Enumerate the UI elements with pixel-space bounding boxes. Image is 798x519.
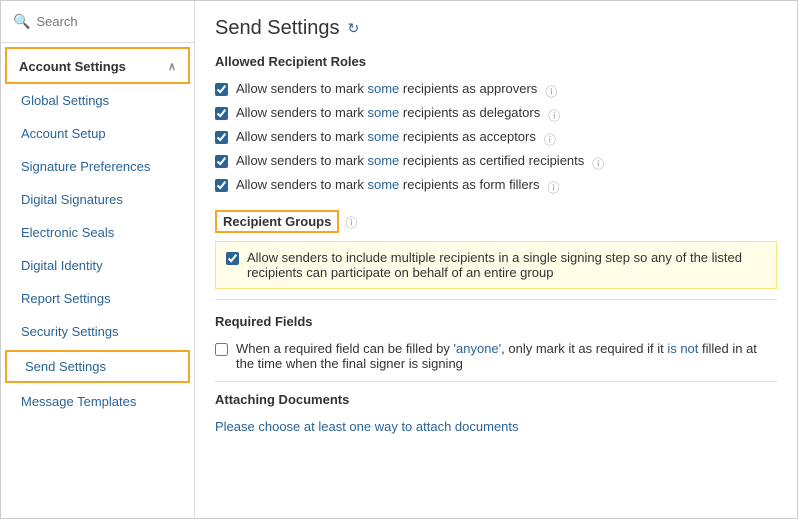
required-fields-section: Required Fields When a required field ca… bbox=[215, 314, 777, 371]
checkbox-acceptors-input[interactable] bbox=[215, 131, 228, 144]
checkbox-delegators-input[interactable] bbox=[215, 107, 228, 120]
sidebar-item-signature-preferences[interactable]: Signature Preferences bbox=[1, 150, 194, 183]
divider-1 bbox=[215, 299, 777, 300]
required-fields-title: Required Fields bbox=[215, 314, 777, 333]
sidebar-item-electronic-seals[interactable]: Electronic Seals bbox=[1, 216, 194, 249]
checkbox-certified-input[interactable] bbox=[215, 155, 228, 168]
allowed-recipient-roles-title: Allowed Recipient Roles bbox=[215, 54, 777, 73]
chevron-up-icon: ∧ bbox=[168, 60, 176, 73]
help-acceptors-icon[interactable]: ⓘ bbox=[544, 131, 556, 148]
sidebar-item-digital-identity[interactable]: Digital Identity bbox=[1, 249, 194, 282]
main-content: Send Settings ↻ Allowed Recipient Roles … bbox=[195, 1, 797, 518]
checkbox-acceptors: Allow senders to mark some recipients as… bbox=[215, 129, 777, 148]
search-bar[interactable]: 🔍 bbox=[1, 1, 194, 43]
sidebar-item-digital-signatures[interactable]: Digital Signatures bbox=[1, 183, 194, 216]
checkbox-delegators: Allow senders to mark some recipients as… bbox=[215, 105, 777, 124]
checkbox-form-fillers: Allow senders to mark some recipients as… bbox=[215, 177, 777, 196]
refresh-icon[interactable]: ↻ bbox=[348, 20, 360, 37]
search-input[interactable] bbox=[36, 14, 182, 29]
checkbox-form-fillers-input[interactable] bbox=[215, 179, 228, 192]
recipient-groups-section: Recipient Groups ⓘ Allow senders to incl… bbox=[215, 210, 777, 289]
recipient-groups-checkbox-row: Allow senders to include multiple recipi… bbox=[215, 241, 777, 289]
sidebar: 🔍 Account Settings ∧ Global Settings Acc… bbox=[1, 1, 195, 518]
attaching-documents-title: Attaching Documents bbox=[215, 392, 777, 411]
search-icon: 🔍 bbox=[13, 13, 30, 30]
sidebar-item-message-templates[interactable]: Message Templates bbox=[1, 385, 194, 418]
required-fields-checkbox-item: When a required field can be filled by '… bbox=[215, 341, 777, 371]
checkbox-certified: Allow senders to mark some recipients as… bbox=[215, 153, 777, 172]
checkbox-approvers: Allow senders to mark some recipients as… bbox=[215, 81, 777, 100]
recipient-groups-text: Allow senders to include multiple recipi… bbox=[247, 250, 766, 280]
account-settings-label: Account Settings bbox=[19, 59, 126, 74]
recipient-groups-title: Recipient Groups bbox=[215, 210, 339, 233]
page-title: Send Settings ↻ bbox=[215, 17, 777, 40]
allowed-recipient-roles-section: Allowed Recipient Roles Allow senders to… bbox=[215, 54, 777, 196]
checkbox-approvers-input[interactable] bbox=[215, 83, 228, 96]
sidebar-item-global-settings[interactable]: Global Settings bbox=[1, 84, 194, 117]
help-certified-icon[interactable]: ⓘ bbox=[592, 155, 604, 172]
sidebar-item-security-settings[interactable]: Security Settings bbox=[1, 315, 194, 348]
sidebar-item-send-settings[interactable]: Send Settings bbox=[5, 350, 190, 383]
sidebar-item-account-setup[interactable]: Account Setup bbox=[1, 117, 194, 150]
help-approvers-icon[interactable]: ⓘ bbox=[545, 83, 557, 100]
help-form-fillers-icon[interactable]: ⓘ bbox=[547, 179, 559, 196]
app-window: 🔍 Account Settings ∧ Global Settings Acc… bbox=[0, 0, 798, 519]
account-settings-header[interactable]: Account Settings ∧ bbox=[5, 47, 190, 84]
recipient-groups-checkbox[interactable] bbox=[226, 252, 239, 265]
attaching-documents-section: Attaching Documents Please choose at lea… bbox=[215, 392, 777, 434]
sidebar-item-report-settings[interactable]: Report Settings bbox=[1, 282, 194, 315]
help-recipient-groups-icon[interactable]: ⓘ bbox=[345, 214, 357, 231]
required-fields-checkbox[interactable] bbox=[215, 343, 228, 356]
divider-2 bbox=[215, 381, 777, 382]
attaching-documents-subtitle: Please choose at least one way to attach… bbox=[215, 419, 777, 434]
help-delegators-icon[interactable]: ⓘ bbox=[548, 107, 560, 124]
